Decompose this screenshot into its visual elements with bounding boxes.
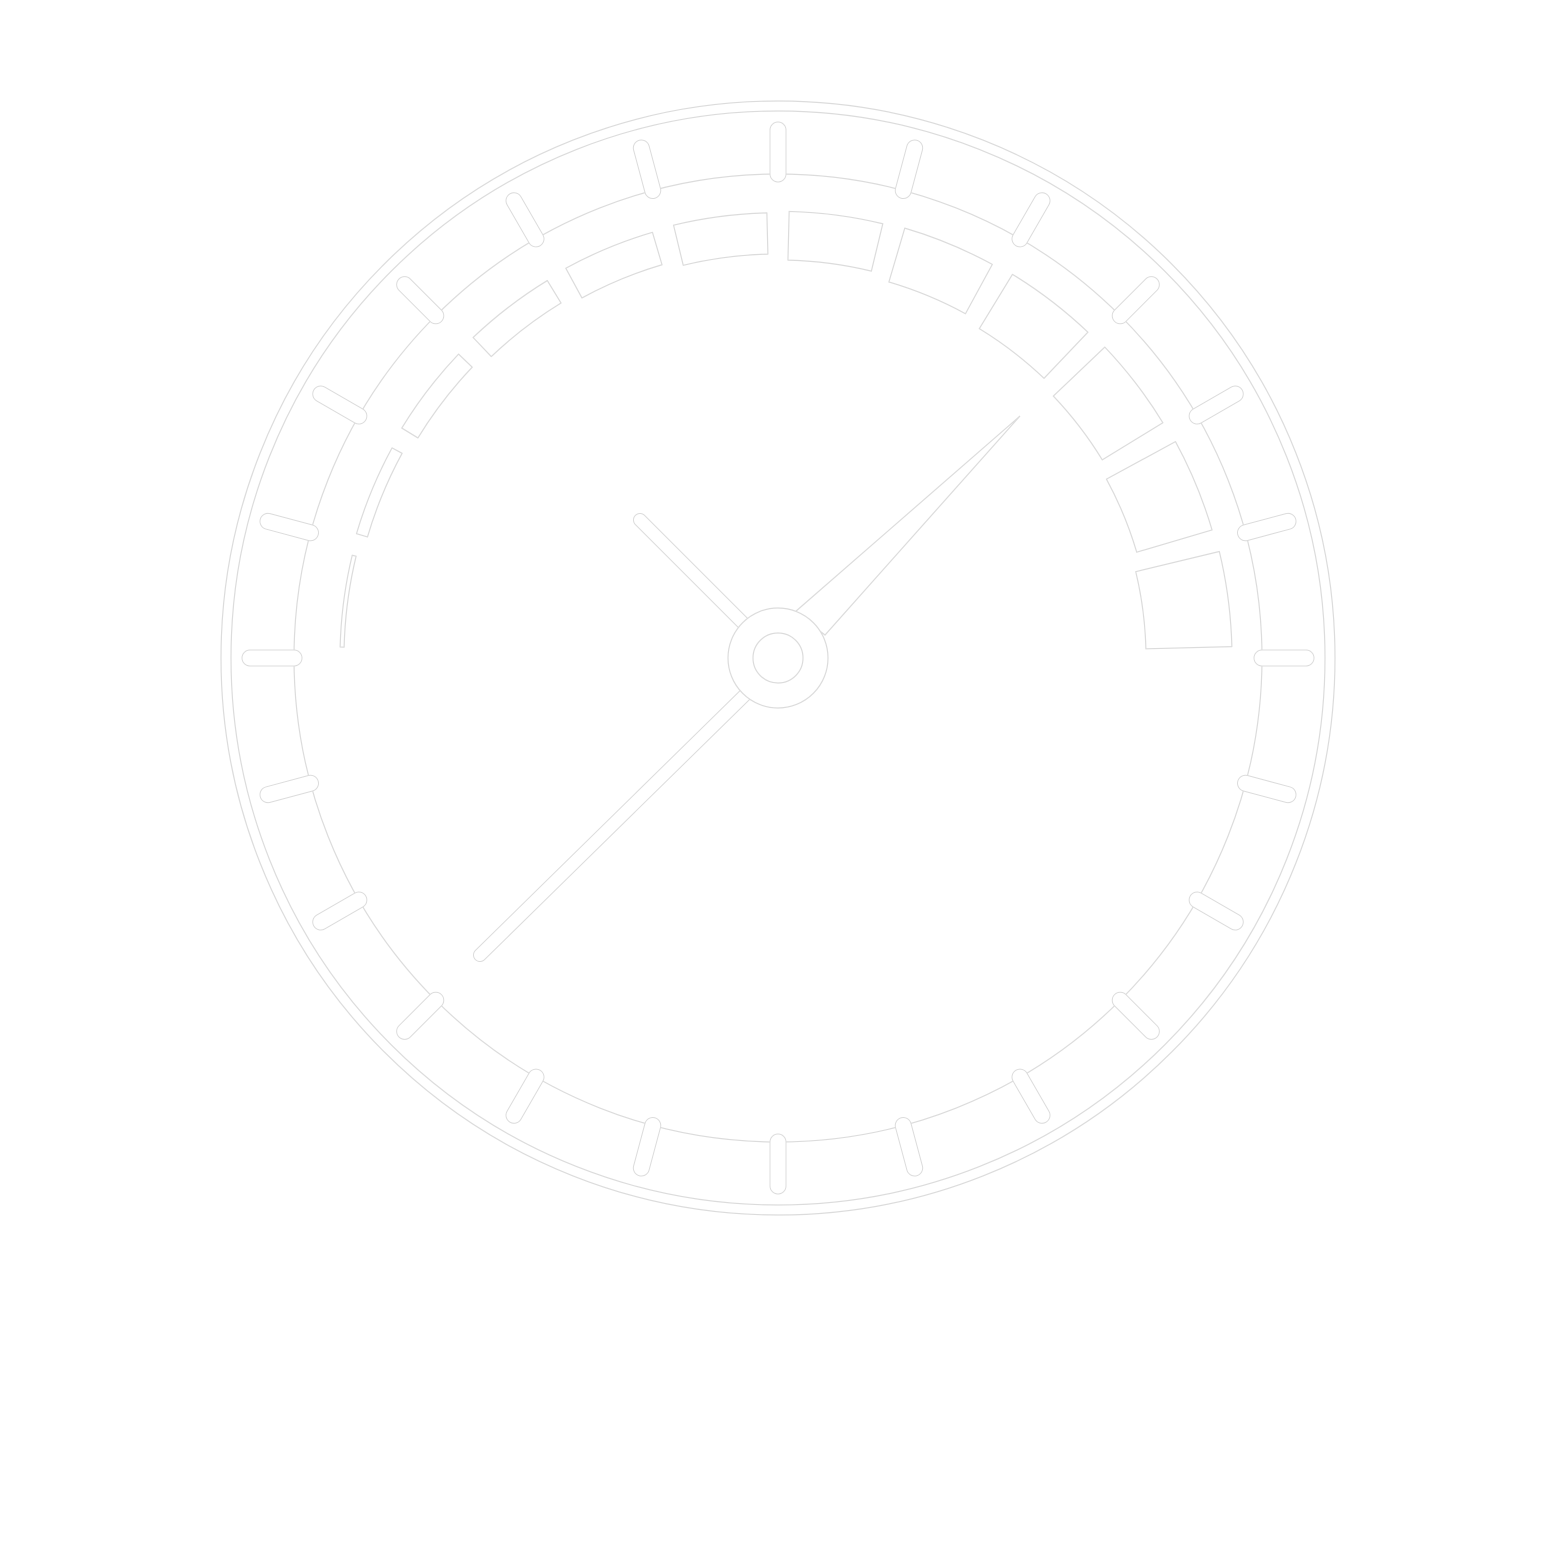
tick-mark-fill (1189, 892, 1243, 930)
gauge-segment (672, 212, 769, 266)
tick-mark-fill (506, 1069, 544, 1123)
tick-mark-fill (1012, 1069, 1050, 1123)
gauge-segment (401, 353, 473, 439)
gauge-segment (355, 447, 403, 538)
gauge-segment (1052, 346, 1164, 461)
gauge-segment (339, 554, 357, 648)
tick-mark-fill (313, 892, 367, 930)
gauge-segments (339, 210, 1233, 650)
gauge-segment (1135, 550, 1233, 650)
gauge-segment (888, 227, 993, 315)
gauge-segment (1105, 440, 1213, 553)
tick-mark-fill (506, 193, 544, 247)
gauge-clock-icon (220, 100, 1336, 1216)
minute-hand (794, 415, 1021, 636)
gauge-segment (565, 231, 663, 299)
hub-inner (752, 632, 804, 684)
tick-mark-fill (1189, 386, 1243, 424)
tick-mark-fill (1012, 193, 1050, 247)
gauge-segment (787, 210, 884, 272)
gauge-segment (472, 279, 562, 358)
hour-hand (474, 514, 756, 961)
gauge-segment (978, 273, 1089, 379)
clock-hands (473, 415, 1021, 962)
tick-mark-fill (313, 386, 367, 424)
